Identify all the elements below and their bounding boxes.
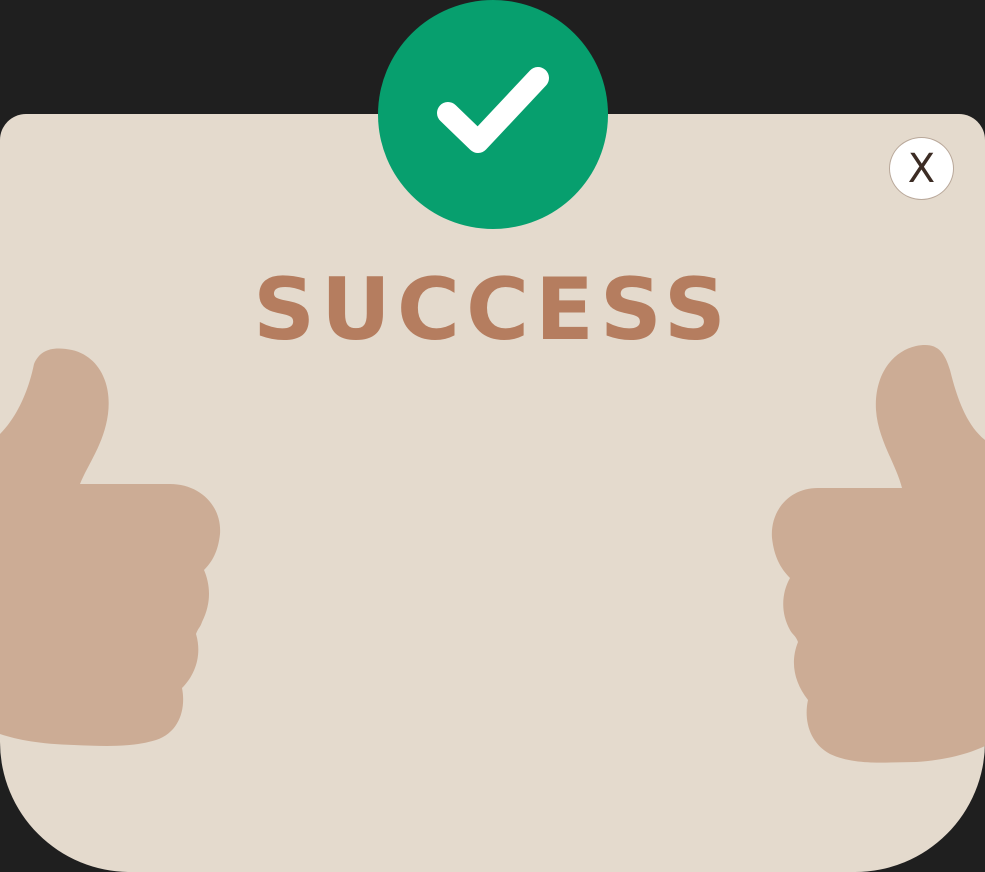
- close-button[interactable]: X: [889, 137, 954, 200]
- checkmark-icon: [437, 67, 549, 153]
- success-status-badge: [378, 0, 608, 229]
- success-modal-overlay: SUCCESS X: [0, 0, 985, 872]
- thumbs-up-left-icon: [0, 348, 221, 746]
- thumbs-up-right-icon: [771, 345, 985, 763]
- dialog-title: SUCCESS: [253, 260, 732, 360]
